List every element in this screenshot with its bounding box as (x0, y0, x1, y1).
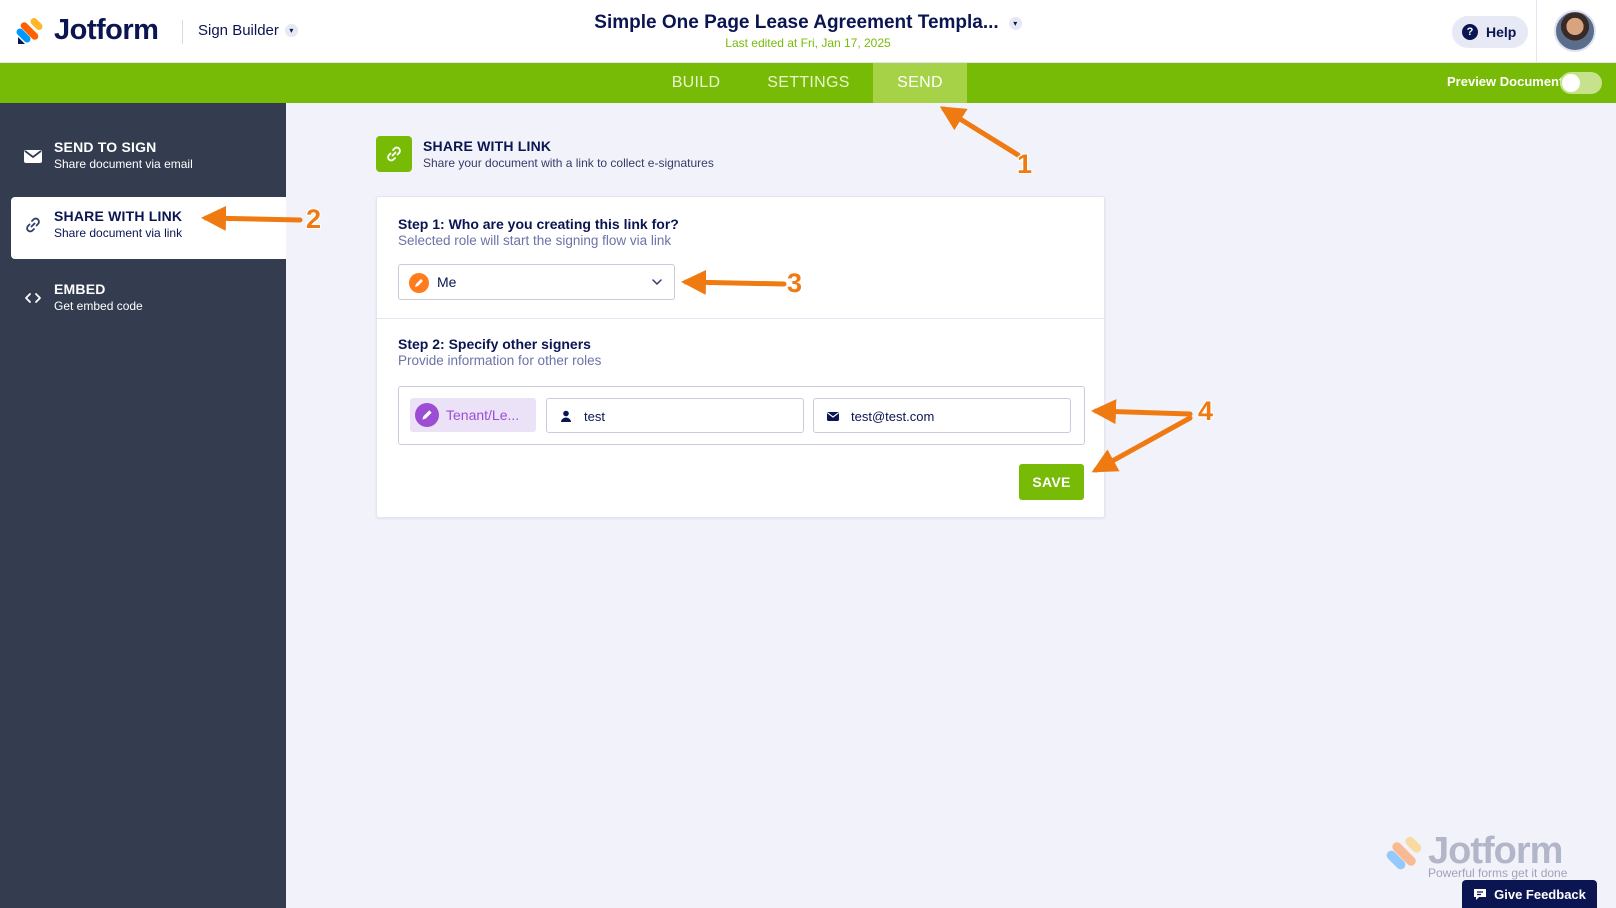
step1-description: Selected role will start the signing flo… (398, 233, 672, 248)
sidebar-item-send-to-sign[interactable]: SEND TO SIGN Share document via email (11, 128, 286, 190)
envelope-icon (24, 150, 42, 163)
envelope-icon (827, 412, 839, 421)
sidebar-item-desc: Get embed code (54, 299, 143, 313)
send-options-sidebar: SEND TO SIGN Share document via email SH… (0, 103, 286, 908)
role-select-dropdown[interactable]: Me (398, 264, 675, 300)
role-pen-icon (415, 403, 439, 427)
annotation-arrow-4b (1091, 415, 1193, 473)
step2-description: Provide information for other roles (398, 353, 602, 368)
user-avatar[interactable] (1554, 10, 1596, 52)
sidebar-item-desc: Share document via email (54, 157, 193, 171)
signer-name-field[interactable]: test (546, 398, 804, 433)
document-title-area: Simple One Page Lease Agreement Templa..… (0, 12, 1616, 50)
step2-title: Step 2: Specify other signers (398, 336, 591, 352)
question-icon: ? (1462, 24, 1478, 40)
annotation-arrow-4a (1091, 399, 1193, 425)
section-title: SHARE WITH LINK (423, 138, 552, 154)
card-divider (377, 318, 1104, 319)
section-description: Share your document with a link to colle… (423, 156, 714, 170)
annotation-arrow-1 (939, 106, 1021, 158)
selected-role: Me (437, 274, 457, 290)
tab-settings[interactable]: SETTINGS (754, 63, 863, 103)
sidebar-item-share-with-link[interactable]: SHARE WITH LINK Share document via link (11, 197, 286, 259)
step1-title: Step 1: Who are you creating this link f… (398, 216, 679, 232)
jotform-logo-icon (1386, 836, 1422, 870)
user-icon (561, 410, 571, 422)
help-button[interactable]: ? Help (1452, 16, 1529, 48)
sidebar-item-embed[interactable]: EMBED Get embed code (11, 270, 286, 332)
jotform-watermark: Jotform Powerful forms get it done (1386, 830, 1576, 882)
annotation-number-4: 4 (1198, 396, 1214, 426)
tab-build[interactable]: BUILD (650, 63, 742, 103)
preview-document-toggle[interactable] (1560, 72, 1602, 94)
signer-role-label: Tenant/Le... (446, 407, 520, 423)
annotation-number-3: 3 (787, 268, 803, 298)
sidebar-item-desc: Share document via link (54, 226, 183, 240)
link-icon (26, 217, 40, 233)
code-icon (25, 293, 41, 303)
document-title-text: Simple One Page Lease Agreement Templa..… (594, 12, 999, 33)
give-feedback-label: Give Feedback (1494, 886, 1586, 902)
signer-role-chip: Tenant/Le... (410, 398, 536, 432)
save-button[interactable]: SAVE (1019, 464, 1084, 500)
chat-icon (1474, 889, 1487, 900)
preview-document-label: Preview Document (1447, 74, 1564, 89)
signer-name-value: test (584, 409, 605, 424)
watermark-tagline: Powerful forms get it done (1428, 866, 1568, 880)
annotation-number-1: 1 (1017, 149, 1033, 179)
toggle-knob (1562, 74, 1580, 92)
give-feedback-button[interactable]: Give Feedback (1462, 880, 1597, 908)
builder-nav-bar: BUILD SETTINGS SEND Preview Document (0, 63, 1616, 103)
last-edited-text: Last edited at Fri, Jan 17, 2025 (725, 36, 891, 50)
header-divider (1536, 0, 1537, 63)
document-title[interactable]: Simple One Page Lease Agreement Templa..… (594, 12, 1022, 34)
tab-send[interactable]: SEND (873, 63, 967, 103)
link-icon (376, 136, 412, 172)
share-link-card: Step 1: Who are you creating this link f… (376, 196, 1105, 518)
annotation-number-2: 2 (306, 204, 322, 234)
top-bar: Jotform Sign Builder ▾ Simple One Page L… (0, 0, 1616, 63)
signer-row: Tenant/Le... test test@test.com (398, 386, 1085, 445)
sidebar-item-title: SHARE WITH LINK (54, 208, 183, 224)
sidebar-item-title: SEND TO SIGN (54, 139, 157, 155)
role-pen-icon (409, 273, 429, 293)
signer-email-field[interactable]: test@test.com (813, 398, 1071, 433)
chevron-down-icon (652, 279, 662, 286)
chevron-down-icon[interactable]: ▾ (1008, 16, 1022, 30)
sidebar-item-title: EMBED (54, 281, 106, 297)
signer-email-value: test@test.com (851, 409, 935, 424)
help-label: Help (1486, 24, 1517, 40)
